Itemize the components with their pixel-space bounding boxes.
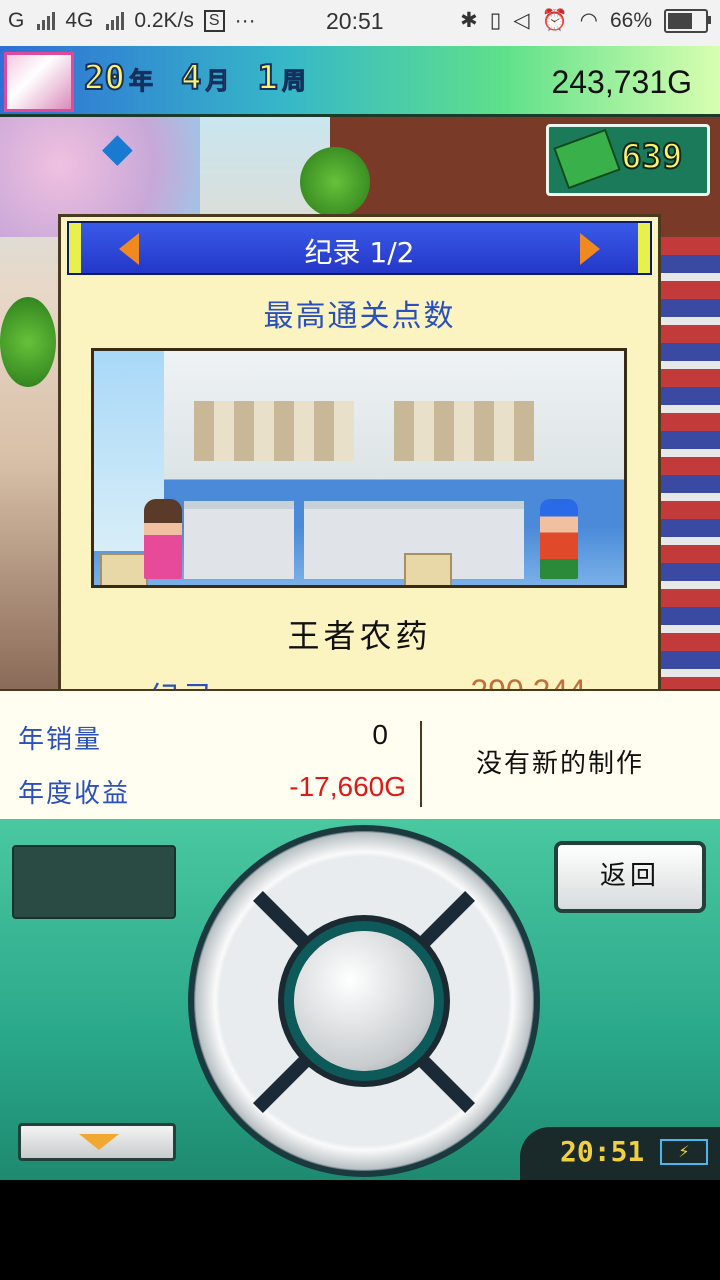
- status-time: 20:51: [326, 8, 384, 34]
- stats-divider: [420, 721, 422, 807]
- battery-percent: 66%: [609, 8, 652, 32]
- chevron-down-icon: [79, 1134, 119, 1150]
- dialog-titlebar: 纪录 1/2: [67, 221, 652, 275]
- fish-icon: ◆: [102, 125, 133, 171]
- month-unit: 月: [205, 67, 230, 96]
- dpad[interactable]: [194, 831, 534, 1171]
- status-left: G 4G 0.2K/s S ···: [8, 9, 256, 33]
- vibrate-icon: ▯: [489, 9, 502, 32]
- mini-screen: [12, 845, 176, 919]
- season-thumbnail[interactable]: [4, 52, 74, 112]
- back-button[interactable]: 返回: [554, 841, 706, 913]
- office-shelf-2: [394, 401, 534, 461]
- staff-girl-sprite: [144, 499, 182, 579]
- office-desk: [184, 501, 294, 579]
- annual-profit-label: 年度收益: [18, 779, 131, 809]
- record-dialog: 纪录 1/2 最高通关点数 王者农药 纪录 290,244: [58, 214, 661, 728]
- research-points-count: 639: [620, 136, 683, 178]
- signal-icon: [37, 12, 56, 30]
- year-unit: 年: [128, 67, 153, 96]
- office-shelf: [194, 401, 354, 461]
- month-number: 4: [180, 57, 203, 99]
- record-picture: [91, 348, 627, 588]
- research-points-panel[interactable]: 639: [546, 124, 710, 196]
- wifi-icon: ◠: [579, 9, 598, 32]
- production-status: 没有新的制作: [476, 749, 645, 779]
- cash-stack-icon: [553, 128, 621, 190]
- net-speed: 0.2K/s: [134, 9, 194, 32]
- bookshelf: [660, 237, 720, 689]
- next-arrow-icon[interactable]: [580, 233, 600, 265]
- dpad-center-button[interactable]: [294, 931, 434, 1071]
- game-clock-time: 20:51: [560, 1135, 645, 1168]
- charging-battery-icon: ⚡: [660, 1139, 708, 1165]
- game-name: 王者农药: [287, 617, 432, 655]
- year-number: 20: [83, 57, 126, 99]
- cardboard-box-2: [404, 553, 452, 585]
- bluetooth-icon: ✱: [460, 9, 478, 32]
- status-right: ✱ ▯ ◁ ⏰ ◠ 66%: [460, 8, 711, 33]
- sim-icon: S: [203, 10, 225, 32]
- week-unit: 周: [281, 67, 306, 96]
- game-date: 20 年 4 月 1 周: [83, 57, 330, 99]
- annual-sales-label: 年销量: [18, 725, 103, 755]
- menu-toggle-button[interactable]: [18, 1123, 176, 1161]
- top-hud: 20 年 4 月 1 周 243,731G: [0, 46, 720, 117]
- titlebar-edge-right: [638, 223, 650, 273]
- mute-icon: ◁: [513, 9, 530, 32]
- status-bar: G 4G 0.2K/s S ··· 20:51 ✱ ▯ ◁ ⏰ ◠ 66%: [0, 0, 720, 46]
- dialog-title: 纪录 1/2: [304, 236, 415, 269]
- more-icon: ···: [234, 9, 256, 32]
- week-number: 1: [256, 57, 279, 99]
- plant-icon: [300, 147, 370, 217]
- carrier-2: 4G: [65, 9, 94, 32]
- controller-console: 返回 20:51 ⚡: [0, 819, 720, 1180]
- staff-boy-sprite: [540, 499, 578, 579]
- cardboard-box: [100, 553, 148, 585]
- battery-icon: [664, 8, 711, 33]
- plant-icon-2: [0, 297, 56, 387]
- annual-profit-value: -17,660G: [289, 771, 406, 802]
- annual-sales-value: 0: [372, 719, 388, 750]
- alarm-icon: ⏰: [541, 8, 568, 32]
- dialog-subtitle: 最高通关点数: [263, 299, 456, 334]
- signal-icon-2: [106, 12, 125, 30]
- carrier-1: G: [8, 9, 25, 32]
- money-display: 243,731G: [551, 64, 692, 100]
- game-clock: 20:51 ⚡: [520, 1127, 720, 1180]
- office-desk-2: [304, 501, 414, 579]
- stats-panel: 年销量 0 年度收益 -17,660G 没有新的制作: [0, 689, 720, 825]
